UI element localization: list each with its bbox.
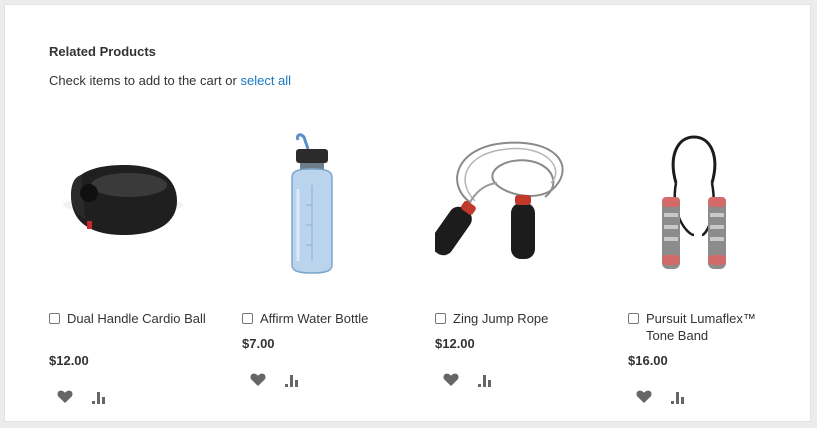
tone-band-image[interactable]	[628, 125, 778, 275]
product-checkbox[interactable]	[242, 313, 253, 324]
wishlist-heart-icon[interactable]	[443, 373, 459, 387]
product-name[interactable]: Affirm Water Bottle	[260, 310, 400, 327]
product-name[interactable]: Dual Handle Cardio Ball	[67, 310, 207, 327]
section-title: Related Products	[49, 44, 156, 59]
section-subtitle: Check items to add to the cart or select…	[49, 73, 291, 88]
wishlist-heart-icon[interactable]	[57, 390, 73, 404]
compare-chart-icon[interactable]	[92, 391, 106, 404]
product-name[interactable]: Pursuit Lumaflex™ Tone Band	[646, 310, 786, 344]
product-checkbox[interactable]	[435, 313, 446, 324]
product-actions	[57, 390, 106, 404]
wishlist-heart-icon[interactable]	[636, 390, 652, 404]
water-bottle-image[interactable]	[242, 125, 392, 275]
product-price: $12.00	[435, 336, 475, 351]
select-all-link[interactable]: select all	[240, 73, 291, 88]
wishlist-heart-icon[interactable]	[250, 373, 266, 387]
product-price: $16.00	[628, 353, 668, 368]
compare-chart-icon[interactable]	[671, 391, 685, 404]
compare-chart-icon[interactable]	[285, 374, 299, 387]
product-price: $7.00	[242, 336, 275, 351]
product-actions	[636, 390, 685, 404]
product-checkbox[interactable]	[628, 313, 639, 324]
cardio-ball-image[interactable]	[49, 125, 199, 275]
compare-chart-icon[interactable]	[478, 374, 492, 387]
product-price: $12.00	[49, 353, 89, 368]
product-name[interactable]: Zing Jump Rope	[453, 310, 593, 327]
related-products-panel: Related Products Check items to add to t…	[4, 4, 811, 422]
subtitle-text: Check items to add to the cart or	[49, 73, 241, 88]
product-actions	[250, 373, 299, 387]
product-checkbox[interactable]	[49, 313, 60, 324]
jump-rope-image[interactable]	[435, 125, 585, 275]
product-actions	[443, 373, 492, 387]
